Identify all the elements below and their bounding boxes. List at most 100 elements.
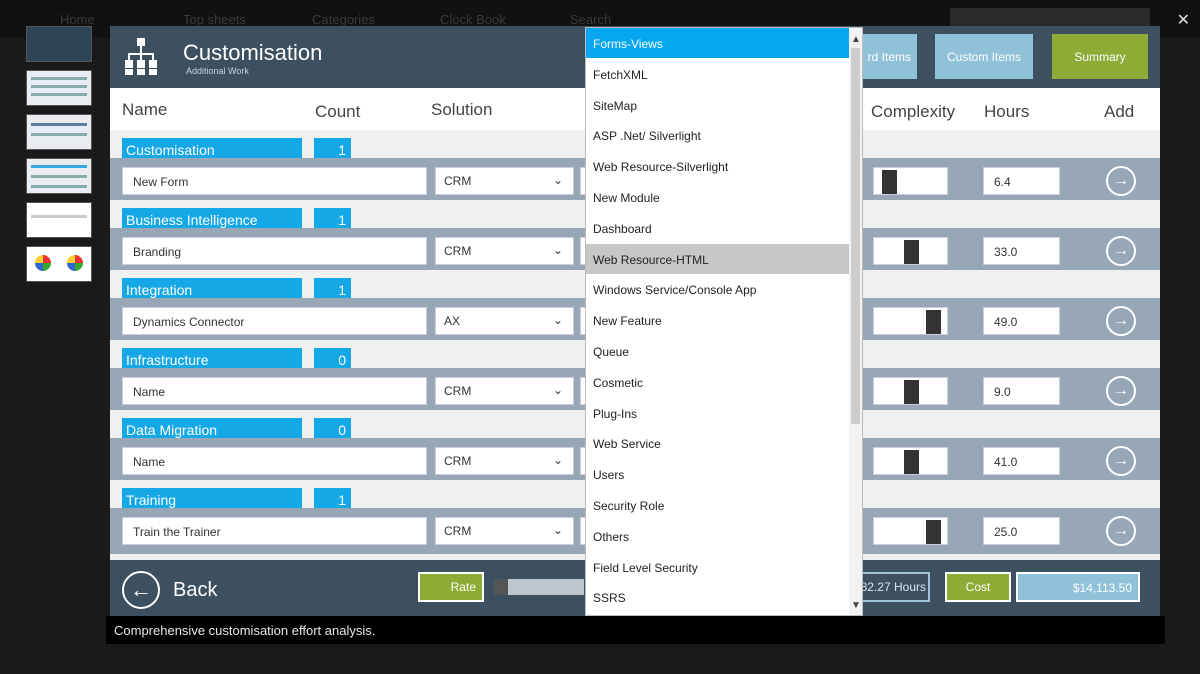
thumbnail-strip [26, 26, 92, 290]
cost-button[interactable]: Cost [945, 572, 1011, 602]
hierarchy-icon [125, 38, 157, 75]
caption-text: Comprehensive customisation effort analy… [114, 623, 376, 638]
scroll-up-icon[interactable]: ▲ [851, 34, 861, 45]
dropdown-option[interactable]: Web Service [586, 428, 850, 458]
dropdown-option[interactable]: FetchXML [586, 59, 850, 89]
solution-select[interactable]: CRM ⌄ [435, 517, 574, 545]
add-arrow-icon[interactable]: → [1106, 166, 1136, 196]
cost-value: $14,113.50 [1016, 572, 1140, 602]
custom-items-button[interactable]: Custom Items [935, 34, 1033, 79]
thumbnail[interactable] [26, 26, 92, 62]
dropdown-option[interactable]: Users [586, 459, 850, 489]
item-name-input[interactable]: Dynamics Connector [122, 307, 427, 335]
dropdown-scrollbar[interactable]: ▲ ▼ [849, 28, 862, 615]
summary-button[interactable]: Summary [1052, 34, 1148, 79]
hours-input[interactable]: 41.0 [983, 447, 1060, 475]
dropdown-option[interactable]: New Feature [586, 305, 850, 335]
item-name-input[interactable]: Name [122, 377, 427, 405]
solution-select[interactable]: CRM ⌄ [435, 237, 574, 265]
dropdown-option[interactable]: Queue [586, 336, 850, 366]
bg-nav-item: Clock Book [440, 12, 506, 27]
chevron-down-icon: ⌄ [552, 173, 563, 187]
bg-nav-item: Top sheets [183, 12, 246, 27]
item-name-input[interactable]: Train the Trainer [122, 517, 427, 545]
solution-select[interactable]: CRM ⌄ [435, 447, 574, 475]
solution-value: CRM [444, 384, 472, 398]
rate-button[interactable]: Rate [418, 572, 484, 602]
thumbnail[interactable] [26, 70, 92, 106]
app-title: Customisation [183, 40, 323, 65]
dropdown-option[interactable]: Windows Service/Console App [586, 274, 850, 304]
complexity-slider[interactable] [873, 517, 948, 545]
hours-input[interactable]: 9.0 [983, 377, 1060, 405]
thumbnail[interactable] [26, 114, 92, 150]
item-name-input[interactable]: Branding [122, 237, 427, 265]
complexity-slider-knob[interactable] [926, 310, 941, 334]
thumbnail[interactable] [26, 202, 92, 238]
chevron-down-icon: ⌄ [552, 313, 563, 327]
complexity-slider-knob[interactable] [926, 520, 941, 544]
add-arrow-icon[interactable]: → [1106, 516, 1136, 546]
solution-select[interactable]: AX ⌄ [435, 307, 574, 335]
complexity-slider-knob[interactable] [904, 450, 919, 474]
app-subtitle: Additional Work [186, 66, 249, 76]
scroll-down-icon[interactable]: ▼ [851, 600, 861, 611]
dropdown-option[interactable]: Cosmetic [586, 367, 850, 397]
add-arrow-icon[interactable]: → [1106, 376, 1136, 406]
dropdown-option[interactable]: Forms-Views [586, 28, 850, 58]
dropdown-option[interactable]: SiteMap [586, 90, 850, 120]
caption-bar: Comprehensive customisation effort analy… [106, 616, 1165, 644]
chevron-down-icon: ⌄ [552, 523, 563, 537]
hours-input[interactable]: 49.0 [983, 307, 1060, 335]
complexity-slider[interactable] [873, 237, 948, 265]
solution-select[interactable]: CRM ⌄ [435, 167, 574, 195]
dropdown-option[interactable]: Dashboard [586, 213, 850, 243]
dropdown-option[interactable]: Web Resource-HTML [586, 243, 850, 274]
complexity-slider[interactable] [873, 447, 948, 475]
close-icon[interactable]: ✕ [1177, 10, 1190, 30]
column-header-count: Count [315, 102, 361, 121]
hours-input[interactable]: 6.4 [983, 167, 1060, 195]
complexity-slider-knob[interactable] [904, 240, 919, 264]
dropdown-option[interactable]: ASP .Net/ Silverlight [586, 120, 850, 150]
complexity-slider[interactable] [873, 167, 948, 195]
rate-slider[interactable] [494, 579, 584, 595]
hours-input[interactable]: 25.0 [983, 517, 1060, 545]
dropdown-option[interactable]: Web Resource-Silverlight [586, 151, 850, 181]
item-name-input[interactable]: New Form [122, 167, 427, 195]
bg-nav-item: Home [60, 12, 95, 27]
solution-dropdown-list[interactable]: Forms-Views FetchXML SiteMap ASP .Net/ Silv… [585, 27, 863, 616]
complexity-slider[interactable] [873, 377, 948, 405]
dropdown-option[interactable]: Plug-Ins [586, 398, 850, 428]
scrollbar-thumb[interactable] [851, 48, 860, 424]
column-header-complexity: Complexity [871, 102, 956, 121]
add-arrow-icon[interactable]: → [1106, 236, 1136, 266]
back-arrow-icon[interactable]: ← [122, 571, 160, 609]
solution-value: CRM [444, 174, 472, 188]
item-name-input[interactable]: Name [122, 447, 427, 475]
dropdown-option[interactable]: Security Role [586, 490, 850, 520]
column-header-name: Name [122, 100, 168, 119]
dropdown-option[interactable]: Field Level Security [586, 552, 850, 582]
dropdown-option[interactable]: Others [586, 521, 850, 551]
bg-nav-item: Search [570, 12, 612, 27]
chevron-down-icon: ⌄ [552, 383, 563, 397]
solution-select[interactable]: CRM ⌄ [435, 377, 574, 405]
complexity-slider-knob[interactable] [882, 170, 897, 194]
complexity-slider-knob[interactable] [904, 380, 919, 404]
hours-input[interactable]: 33.0 [983, 237, 1060, 265]
solution-value: CRM [444, 244, 472, 258]
chevron-down-icon: ⌄ [552, 453, 563, 467]
chevron-down-icon: ⌄ [552, 243, 563, 257]
add-arrow-icon[interactable]: → [1106, 446, 1136, 476]
total-hours: 82.27 Hours [852, 572, 930, 602]
complexity-slider[interactable] [873, 307, 948, 335]
back-button[interactable]: Back [173, 579, 217, 602]
thumbnail[interactable] [26, 158, 92, 194]
dropdown-option[interactable]: SSRS [586, 582, 850, 612]
dropdown-option[interactable]: New Module [586, 182, 850, 212]
add-arrow-icon[interactable]: → [1106, 306, 1136, 336]
column-header-add: Add [1104, 102, 1135, 121]
solution-value: CRM [444, 454, 472, 468]
thumbnail[interactable] [26, 246, 92, 282]
